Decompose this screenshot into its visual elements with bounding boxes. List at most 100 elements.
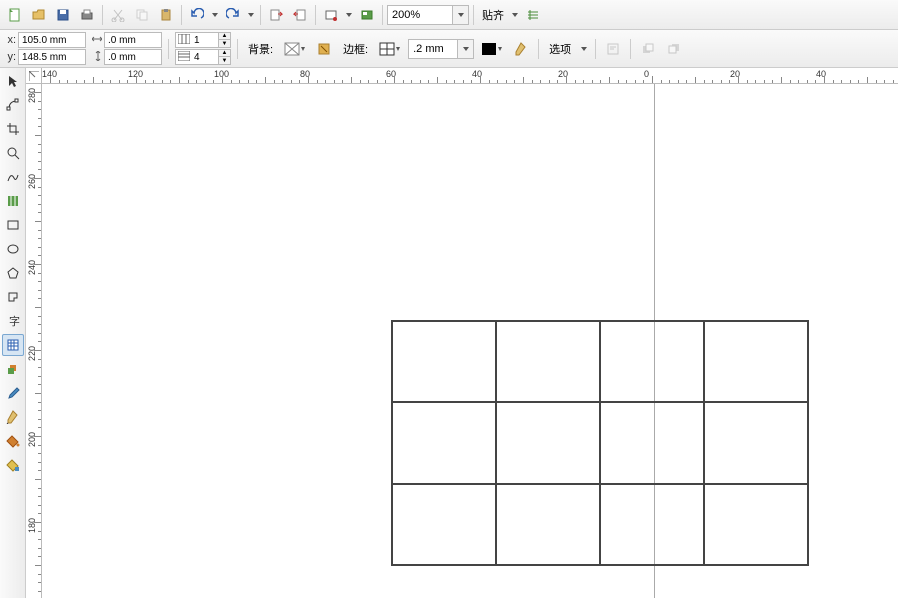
zoom-combo[interactable] [387,5,469,25]
canvas[interactable] [42,84,898,598]
redo-button[interactable] [222,4,244,26]
cols-input[interactable] [192,35,218,46]
ellipse-tool[interactable] [2,238,24,260]
zoom-input[interactable] [388,9,452,21]
rows-icon [176,51,192,64]
background-fill-button[interactable] [281,38,309,60]
background-label: 背景: [244,41,277,57]
table-cell[interactable] [392,321,496,402]
cols-spinner[interactable]: ▲▼ [175,32,231,48]
separator [473,5,474,25]
rectangle-tool[interactable] [2,214,24,236]
table-tool[interactable] [2,334,24,356]
outline-tool[interactable] [2,406,24,428]
rows-spin-buttons[interactable]: ▲▼ [218,50,230,64]
undo-button[interactable] [186,4,208,26]
cols-spin-buttons[interactable]: ▲▼ [218,33,230,47]
options-label: 选项 [545,41,575,57]
table-cell[interactable] [704,321,808,402]
zoom-tool[interactable] [2,142,24,164]
pick-tool[interactable] [2,70,24,92]
shape-tool[interactable] [2,94,24,116]
options-button[interactable] [522,4,544,26]
smart-fill-tool[interactable] [2,190,24,212]
y-input[interactable] [18,49,86,65]
paste-button[interactable] [155,4,177,26]
border-width-combo[interactable] [408,39,474,59]
separator [382,5,383,25]
border-select-button[interactable] [376,38,404,60]
x-label: x: [4,34,16,46]
fill-tool[interactable] [2,430,24,452]
toolbox: 字 [0,68,26,598]
options-dropdown[interactable] [579,38,589,60]
table-cell[interactable] [496,402,600,483]
x-input[interactable] [18,32,86,48]
ruler-number: 240 [27,260,37,275]
border-width-input[interactable] [409,43,457,55]
table-cell[interactable] [496,484,600,565]
separator [102,5,103,25]
import-button[interactable] [265,4,287,26]
standard-toolbar: 贴齐 [0,0,898,30]
table-cell[interactable] [704,402,808,483]
ruler-origin[interactable] [26,68,42,84]
table-cell[interactable] [392,484,496,565]
table-cell[interactable] [600,484,704,565]
vertical-ruler[interactable]: 280260240220200180160 [26,84,42,598]
polygon-tool[interactable] [2,262,24,284]
crop-tool[interactable] [2,118,24,140]
horizontal-ruler[interactable]: 1401201008060402002040 [42,68,898,84]
separator [595,39,596,59]
app-launch-dropdown[interactable] [344,4,354,26]
freehand-tool[interactable] [2,166,24,188]
separator [168,39,169,59]
outline-pen-button[interactable] [510,38,532,60]
cut-button[interactable] [107,4,129,26]
ruler-number: 0 [644,69,649,79]
ruler-number: 200 [27,432,37,447]
table-cell[interactable] [496,321,600,402]
rows-spinner[interactable]: ▲▼ [175,49,231,65]
basic-shapes-tool[interactable] [2,286,24,308]
text-tool[interactable]: 字 [2,310,24,332]
ruler-number: 260 [27,174,37,189]
to-back-button[interactable] [663,38,685,60]
rowcol-group: ▲▼ ▲▼ [175,32,231,65]
snap-dropdown[interactable] [510,4,520,26]
ruler-number: 280 [27,88,37,103]
eyedropper-tool[interactable] [2,382,24,404]
rows-input[interactable] [192,52,218,63]
width-icon [90,34,102,46]
export-button[interactable] [289,4,311,26]
height-input[interactable] [104,49,162,65]
edit-fill-button[interactable] [313,38,335,60]
print-button[interactable] [76,4,98,26]
table-cell[interactable] [704,484,808,565]
to-front-button[interactable] [637,38,659,60]
table-cell[interactable] [600,321,704,402]
separator [630,39,631,59]
table-object[interactable] [391,320,809,566]
table-cell[interactable] [600,402,704,483]
height-icon [90,51,102,64]
redo-dropdown[interactable] [246,4,256,26]
table-cell[interactable] [392,402,496,483]
border-width-dropdown-icon[interactable] [457,40,473,58]
open-button[interactable] [28,4,50,26]
border-label: 边框: [339,41,372,57]
welcome-button[interactable] [356,4,378,26]
separator [181,5,182,25]
zoom-dropdown-icon[interactable] [452,6,468,24]
app-launch-button[interactable] [320,4,342,26]
width-input[interactable] [104,32,162,48]
border-color-button[interactable] [478,38,506,60]
copy-button[interactable] [131,4,153,26]
ruler-number: 220 [27,346,37,361]
save-button[interactable] [52,4,74,26]
interactive-fill-tool[interactable] [2,454,24,476]
wrap-text-button[interactable] [602,38,624,60]
undo-dropdown[interactable] [210,4,220,26]
dimension-tool[interactable] [2,358,24,380]
new-button[interactable] [4,4,26,26]
